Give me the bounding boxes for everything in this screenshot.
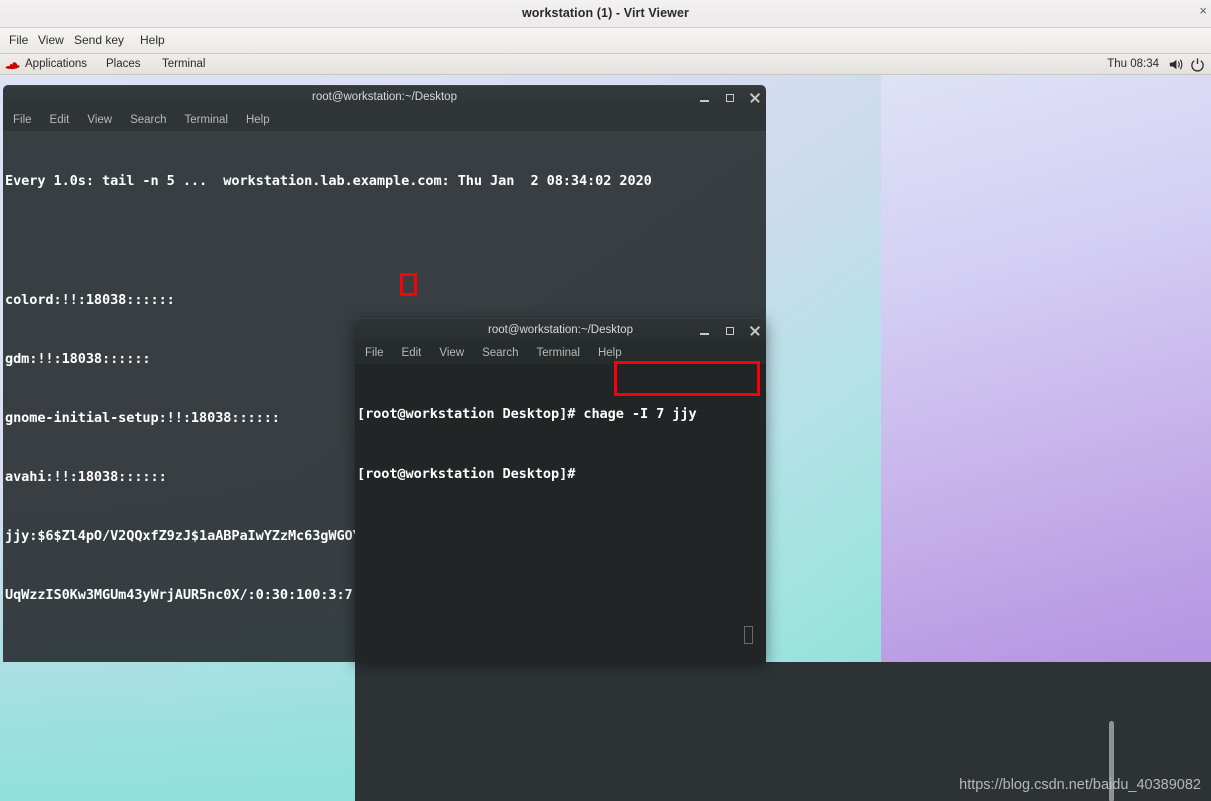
terminal2-menu-help[interactable]: Help [598,347,622,359]
power-icon[interactable] [1190,57,1205,72]
gnome-applications-menu[interactable]: Applications [25,54,87,74]
gnome-places-menu[interactable]: Places [106,54,141,74]
terminal2-line-1: [root@workstation Desktop]# chage -I 7 j… [357,406,697,423]
terminal2-menu-edit[interactable]: Edit [402,347,422,359]
terminal1-line-0: Every 1.0s: tail -n 5 ... workstation.la… [5,173,652,190]
terminal1-close-icon[interactable] [749,92,760,103]
terminal2-menu-view[interactable]: View [439,347,464,359]
terminal2-output[interactable]: [root@workstation Desktop]# chage -I 7 j… [355,364,766,662]
terminal1-menu-help[interactable]: Help [246,114,270,126]
terminal1-menu-terminal[interactable]: Terminal [185,114,228,126]
terminal2-menu-search[interactable]: Search [482,347,518,359]
volume-icon[interactable] [1168,57,1183,72]
gnome-clock[interactable]: Thu 08:34 [1107,54,1159,74]
terminal2-minimize-icon[interactable] [699,325,710,336]
viewer-menubar: File View Send key Help [0,28,1211,54]
viewer-close-icon[interactable]: × [1199,3,1207,18]
terminal2-maximize-icon[interactable] [724,325,735,336]
terminal1-window-buttons [699,85,760,109]
terminal2-close-icon[interactable] [749,325,760,336]
viewer-menu-file[interactable]: File [4,28,33,53]
red-hat-logo-icon [5,62,20,70]
terminal1-menu-file[interactable]: File [13,114,32,126]
terminal1-minimize-icon[interactable] [699,92,710,103]
terminal-window-2[interactable]: root@workstation:~/Desktop File Edit Vie… [355,318,766,662]
gnome-top-bar: Applications Places Terminal Thu 08:34 [0,54,1211,75]
gnome-app-menu-terminal[interactable]: Terminal [162,54,205,74]
terminal1-titlebar[interactable]: root@workstation:~/Desktop [3,85,766,109]
viewer-titlebar: workstation (1) - Virt Viewer × [0,0,1211,28]
terminal1-maximize-icon[interactable] [724,92,735,103]
terminal1-line-2: colord:!!:18038:::::: [5,291,175,308]
terminal2-window-buttons [699,318,760,342]
terminal1-title: root@workstation:~/Desktop [312,91,457,103]
terminal2-menu-file[interactable]: File [365,347,384,359]
terminal1-menu-search[interactable]: Search [130,114,166,126]
terminal1-line-1 [5,232,766,252]
terminal2-menubar: File Edit View Search Terminal Help [355,342,766,364]
virt-viewer-window: workstation (1) - Virt Viewer × File Vie… [0,0,1211,801]
watermark-text: https://blog.csdn.net/baidu_40389082 [959,777,1201,793]
terminal1-menubar: File Edit View Search Terminal Help [3,109,766,131]
viewer-title: workstation (1) - Virt Viewer [521,6,690,20]
viewer-menu-sendkey[interactable]: Send key [69,28,129,53]
viewer-menu-view[interactable]: View [33,28,69,53]
terminal2-line-2: [root@workstation Desktop]# [357,465,584,482]
terminal1-menu-view[interactable]: View [87,114,112,126]
terminal1-menu-edit[interactable]: Edit [50,114,70,126]
terminal2-titlebar[interactable]: root@workstation:~/Desktop [355,318,766,342]
terminal2-menu-terminal[interactable]: Terminal [537,347,580,359]
terminal2-cursor [744,626,753,644]
viewer-menu-help[interactable]: Help [135,28,170,53]
guest-display: Applications Places Terminal Thu 08:34 r… [0,54,1211,801]
